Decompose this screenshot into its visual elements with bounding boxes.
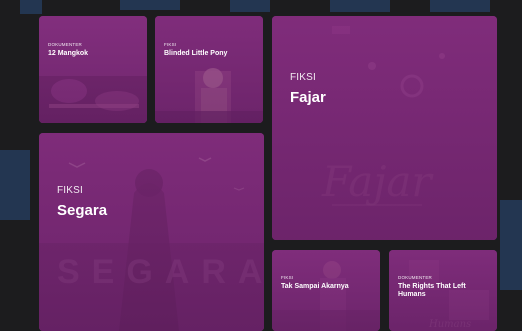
- card-title: 12 Mangkok: [48, 50, 89, 57]
- card-category: FIKSI: [164, 42, 177, 47]
- card-title: The Rights That Left Humans: [398, 283, 466, 299]
- card-category: FIKSI: [281, 275, 294, 280]
- card-title: Tak Sampai Akarnya: [281, 283, 349, 290]
- card-category: FIKSI: [290, 72, 317, 83]
- card-category: FIKSI: [57, 185, 84, 196]
- card-title: Fajar: [290, 89, 326, 106]
- film-card-blinded-little-pony[interactable]: FIKSI Blinded Little Pony: [155, 16, 263, 123]
- film-card-tak-sampai-akarnya[interactable]: FIKSI Tak Sampai Akarnya: [272, 250, 380, 331]
- film-card-the-rights-that-left-humans[interactable]: Humans DOKUMENTER The Rights That Left H…: [389, 250, 497, 331]
- film-card-12-mangkok[interactable]: DOKUMENTER 12 Mangkok: [39, 16, 147, 123]
- card-category: DOKUMENTER: [48, 42, 83, 47]
- card-category: DOKUMENTER: [398, 275, 433, 280]
- card-title: Segara: [57, 202, 108, 219]
- card-title: Blinded Little Pony: [164, 50, 228, 57]
- film-card-segara[interactable]: SEGARA FIKSI Segara: [39, 133, 264, 331]
- film-card-fajar[interactable]: Fajar FIKSI Fajar: [272, 16, 497, 240]
